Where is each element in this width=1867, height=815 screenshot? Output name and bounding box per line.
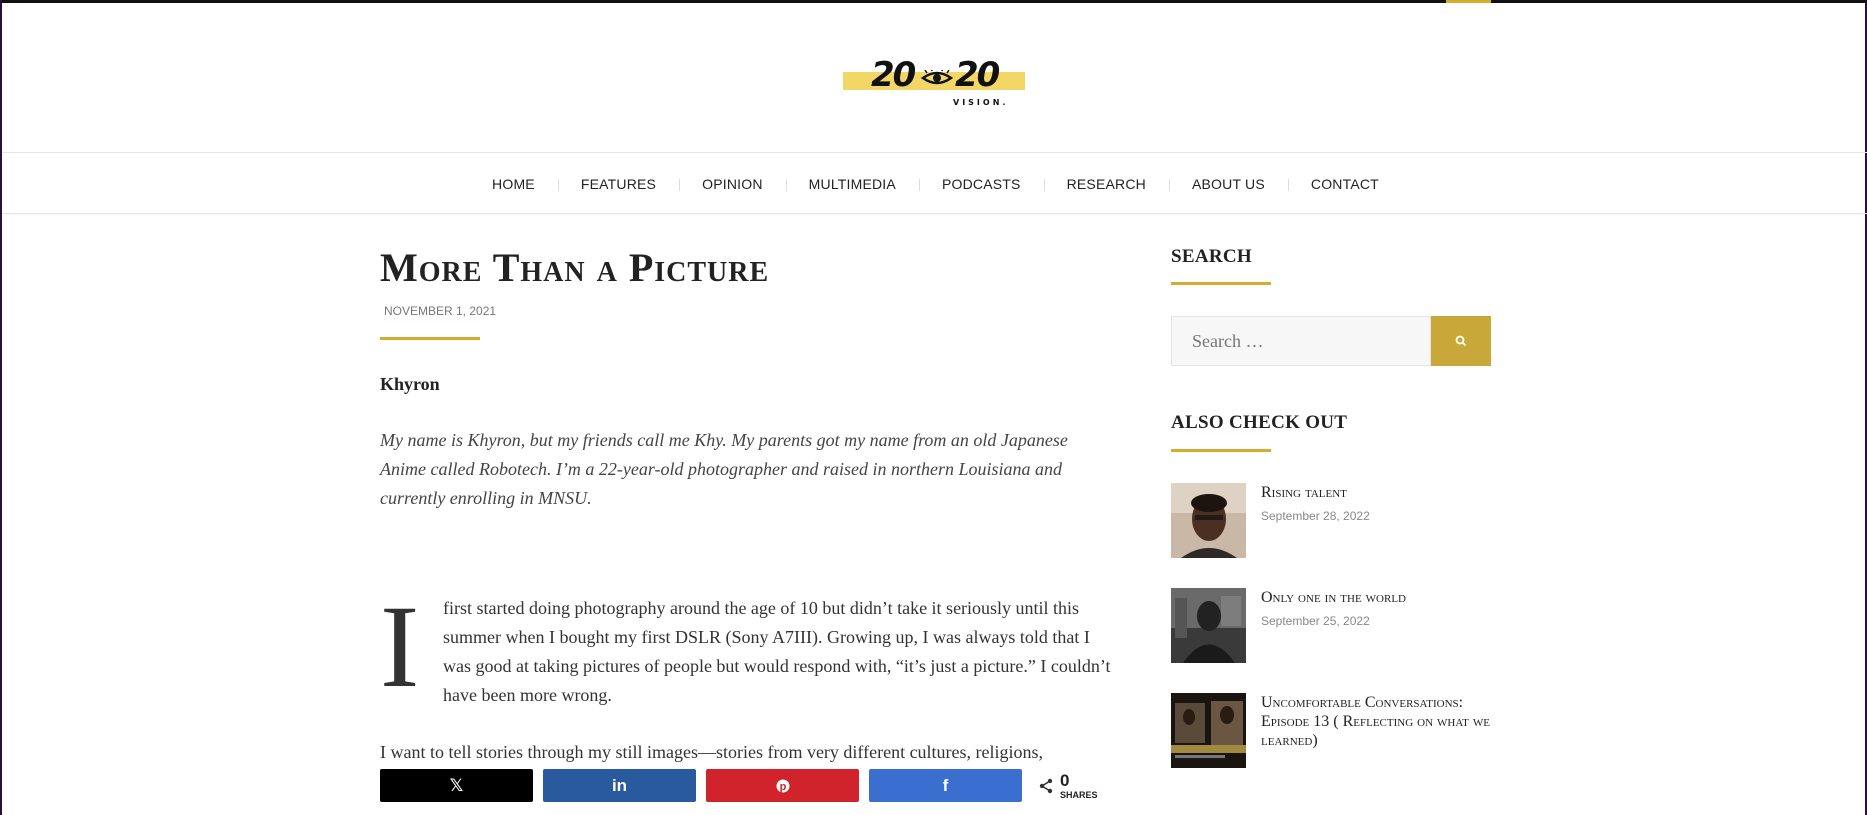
logo-number-right: 20 [955, 55, 1000, 95]
share-counter: 0 SHARES [1038, 772, 1098, 800]
logo-number-left: 20 [871, 55, 916, 95]
nav-item-about-us[interactable]: ABOUT US [1168, 176, 1288, 192]
nav-item-podcasts[interactable]: PODCASTS [918, 176, 1044, 192]
share-bar: 𝕏 in p f 0 SHARES [380, 769, 1098, 802]
recommended-post-title[interactable]: Only one in the world [1261, 588, 1491, 607]
widget-divider [1171, 449, 1271, 452]
recommended-post[interactable]: Uncomfortable Conversations: Episode 13 … [1171, 693, 1491, 769]
recommended-post[interactable]: Rising talent September 28, 2022 [1171, 483, 1491, 559]
logo-subtitle: VISION. [953, 98, 1009, 107]
post-thumbnail[interactable] [1171, 693, 1246, 768]
title-divider [380, 337, 480, 340]
share-linkedin-button[interactable]: in [543, 769, 696, 802]
author-name: Khyron [380, 374, 440, 394]
search-icon [1455, 335, 1467, 347]
pinterest-icon: p [776, 779, 789, 793]
site-logo[interactable]: 20 20 VISION. [843, 55, 1025, 111]
recommended-post-title[interactable]: Uncomfortable Conversations: Episode 13 … [1261, 693, 1491, 757]
main-navigation: HOME FEATURES OPINION MULTIMEDIA PODCAST… [2, 154, 1867, 214]
svg-text:p: p [779, 781, 786, 793]
nav-item-contact[interactable]: CONTACT [1287, 176, 1402, 192]
search-form [1171, 316, 1491, 366]
share-icon [1039, 778, 1053, 793]
nav-item-research[interactable]: RESEARCH [1043, 176, 1169, 192]
linkedin-icon: in [611, 775, 628, 795]
search-input[interactable] [1171, 316, 1431, 366]
facebook-icon: f [942, 775, 949, 795]
nav-item-opinion[interactable]: OPINION [679, 176, 786, 192]
share-x-button[interactable]: 𝕏 [380, 769, 533, 802]
nav-item-multimedia[interactable]: MULTIMEDIA [785, 176, 919, 192]
eye-icon [921, 70, 953, 85]
recommended-post[interactable]: Only one in the world September 25, 2022 [1171, 588, 1491, 664]
nav-item-features[interactable]: FEATURES [557, 176, 679, 192]
post-thumbnail[interactable] [1171, 483, 1246, 558]
share-pinterest-button[interactable]: p [706, 769, 859, 802]
recommended-post-title[interactable]: Rising talent [1261, 483, 1491, 502]
nav-item-home[interactable]: HOME [469, 176, 558, 192]
share-label: SHARES [1060, 789, 1098, 800]
also-check-out-title: ALSO CHECK OUT [1171, 412, 1348, 433]
search-widget-title: SEARCH [1171, 246, 1252, 267]
recommended-post-date: September 25, 2022 [1261, 614, 1370, 628]
share-facebook-button[interactable]: f [869, 769, 1022, 802]
share-count: 0 [1060, 770, 1070, 790]
recommended-post-date: September 28, 2022 [1261, 509, 1370, 523]
drop-cap: I [380, 581, 420, 712]
post-date: NOVEMBER 1, 2021 [384, 304, 497, 318]
x-logo-icon: 𝕏 [449, 775, 464, 796]
article-paragraph: I want to tell stories through my still … [380, 742, 1044, 762]
site-header: 20 20 VISION. [2, 3, 1867, 153]
author-intro: My name is Khyron, but my friends call m… [380, 430, 1068, 508]
post-thumbnail[interactable] [1171, 588, 1246, 663]
article-paragraph: first started doing photography around t… [443, 598, 1111, 705]
search-button[interactable] [1431, 316, 1491, 366]
page-title: More Than a Picture [380, 245, 770, 290]
widget-divider [1171, 282, 1271, 285]
